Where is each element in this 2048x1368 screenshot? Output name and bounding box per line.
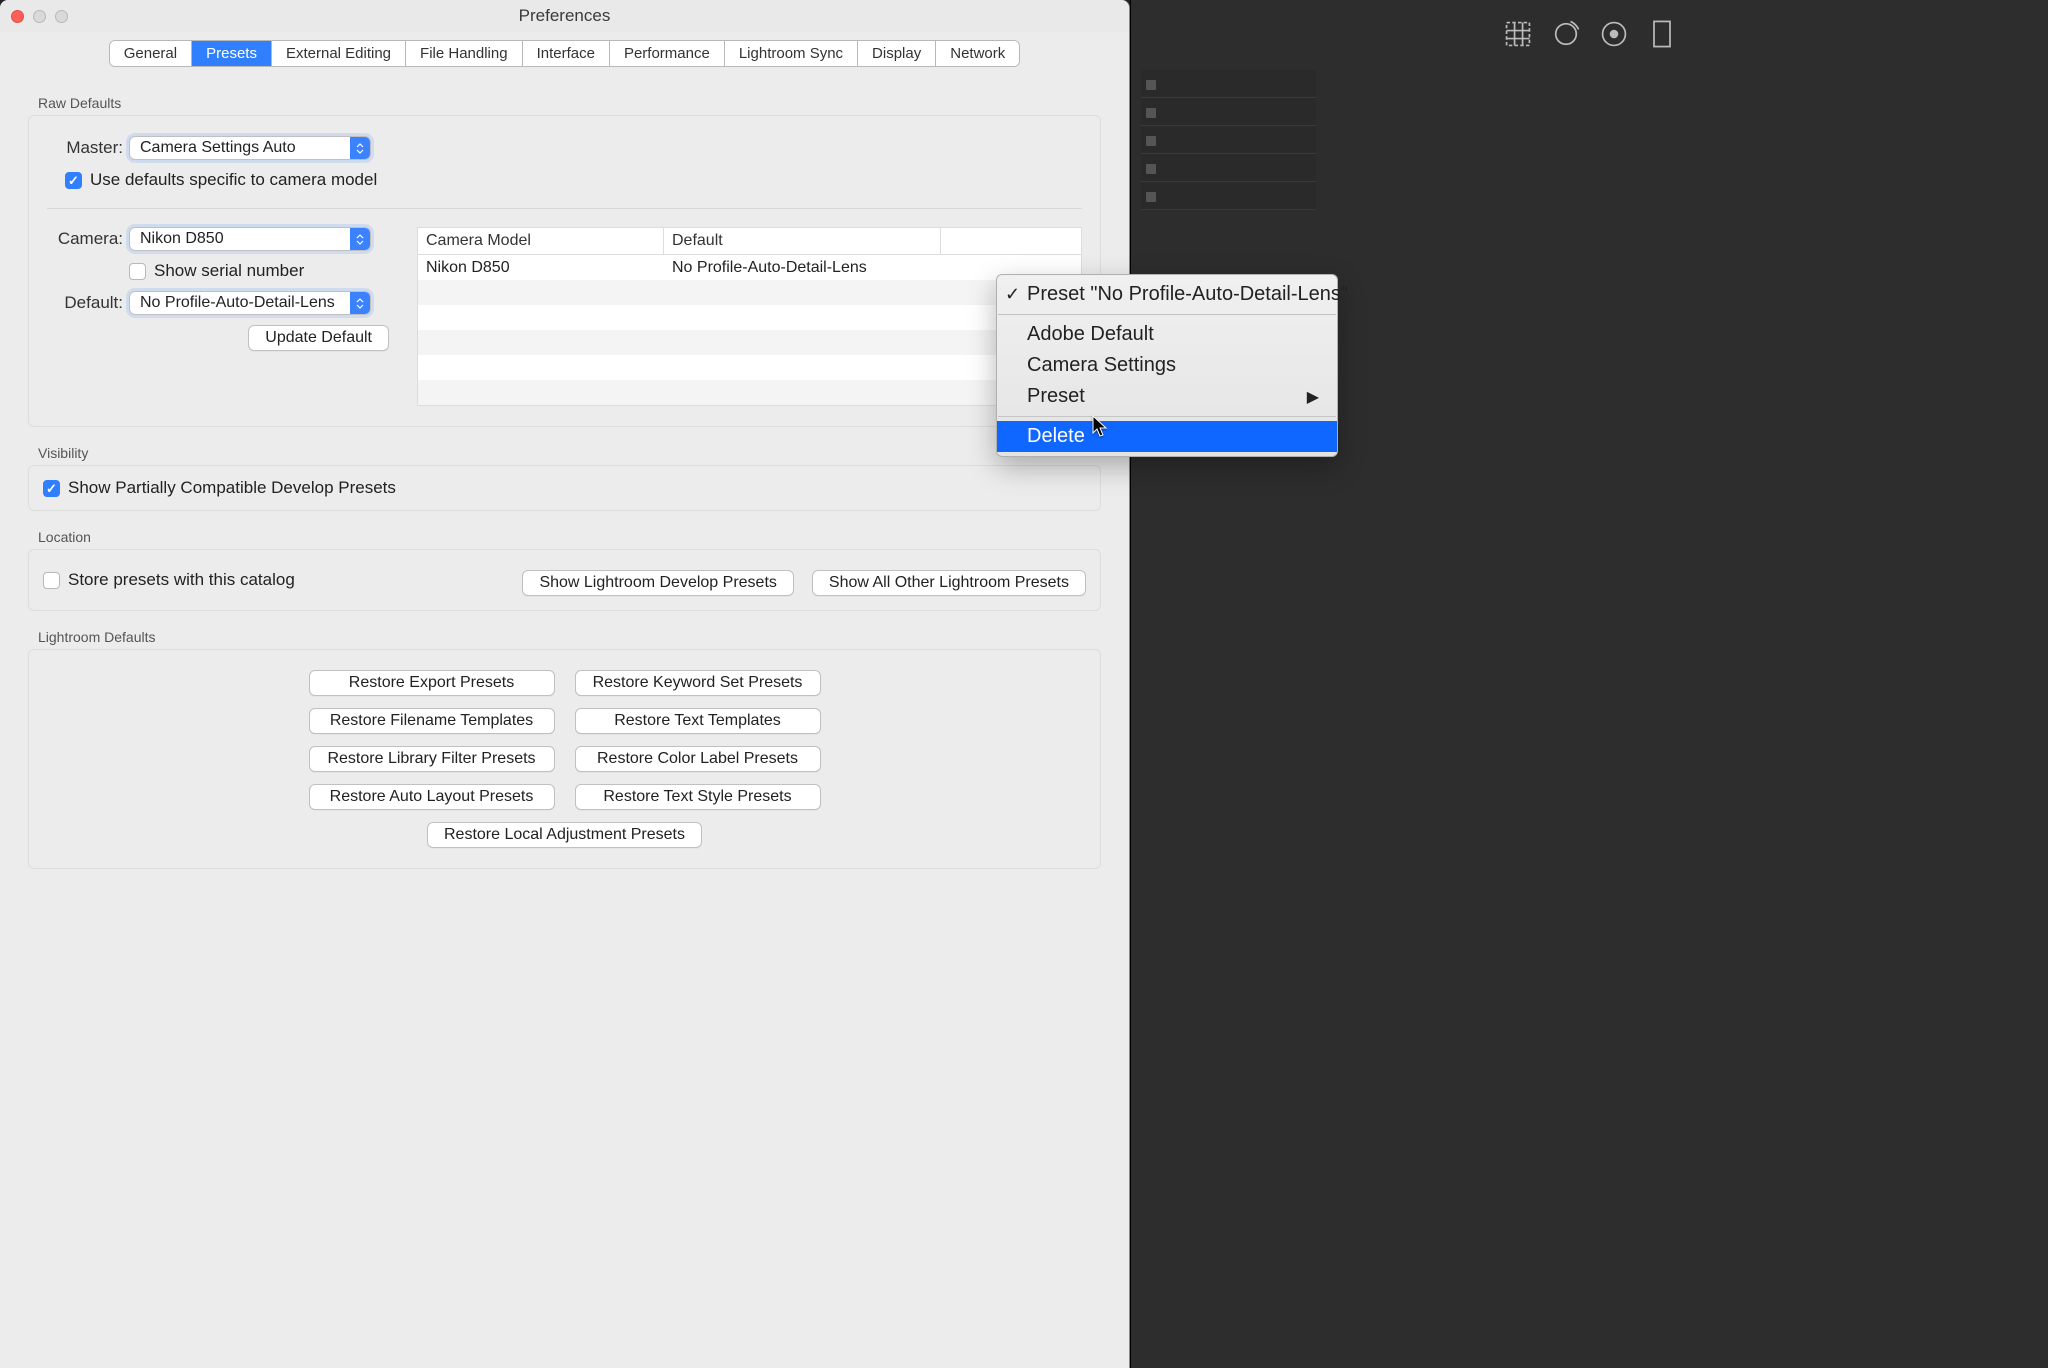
restore-export-presets-button[interactable]: Restore Export Presets	[309, 670, 555, 696]
dropdown-arrows-icon	[350, 292, 370, 314]
tab-presets[interactable]: Presets	[192, 41, 272, 66]
crop-tool-icon[interactable]	[1502, 18, 1534, 50]
use-defaults-checkbox[interactable]	[65, 172, 82, 189]
restore-keyword-set-presets-button[interactable]: Restore Keyword Set Presets	[575, 670, 821, 696]
visibility-section: Show Partially Compatible Develop Preset…	[28, 465, 1101, 511]
camera-defaults-table: Camera Model Default Nikon D850 No Profi…	[417, 227, 1082, 406]
tab-interface[interactable]: Interface	[523, 41, 610, 66]
graduated-filter-icon[interactable]	[1646, 18, 1678, 50]
menu-item-current-preset[interactable]: Preset "No Profile-Auto-Detail-Lens"	[997, 279, 1337, 310]
show-partial-label: Show Partially Compatible Develop Preset…	[68, 478, 396, 498]
tab-lightroom-sync[interactable]: Lightroom Sync	[725, 41, 858, 66]
panel-slot[interactable]	[1141, 98, 1316, 126]
tab-performance[interactable]: Performance	[610, 41, 725, 66]
table-header-default[interactable]: Default	[664, 228, 941, 254]
show-all-presets-button[interactable]: Show All Other Lightroom Presets	[812, 570, 1086, 596]
default-select[interactable]: No Profile-Auto-Detail-Lens	[129, 291, 371, 315]
panel-slot[interactable]	[1141, 154, 1316, 182]
use-defaults-label: Use defaults specific to camera model	[90, 170, 377, 190]
titlebar: Preferences	[0, 0, 1129, 32]
store-presets-checkbox[interactable]	[43, 572, 60, 589]
master-label: Master:	[47, 138, 123, 158]
preferences-window: Preferences General Presets External Edi…	[0, 0, 1130, 1368]
raw-defaults-section: Master: Camera Settings Auto Use default…	[28, 115, 1101, 427]
menu-item-camera-settings[interactable]: Camera Settings	[997, 350, 1337, 381]
panel-slot[interactable]	[1141, 70, 1316, 98]
content-area: Raw Defaults Master: Camera Settings Aut…	[0, 77, 1129, 1368]
tab-general[interactable]: General	[110, 41, 192, 66]
context-menu: Preset "No Profile-Auto-Detail-Lens" Ado…	[996, 274, 1338, 457]
store-presets-label: Store presets with this catalog	[68, 570, 295, 590]
tabs: General Presets External Editing File Ha…	[109, 40, 1021, 67]
right-sidebar-panel	[1130, 0, 2048, 1368]
tab-display[interactable]: Display	[858, 41, 936, 66]
section-visibility-label: Visibility	[38, 445, 1101, 461]
lightroom-defaults-section: Restore Export Presets Restore Keyword S…	[28, 649, 1101, 869]
master-select-value: Camera Settings Auto	[130, 139, 350, 157]
spot-removal-icon[interactable]	[1550, 18, 1582, 50]
table-header-camera-model[interactable]: Camera Model	[418, 228, 664, 254]
master-select[interactable]: Camera Settings Auto	[129, 136, 371, 160]
show-serial-label: Show serial number	[154, 261, 304, 281]
tabs-row: General Presets External Editing File Ha…	[0, 32, 1129, 77]
menu-item-preset[interactable]: Preset ▶	[997, 381, 1337, 412]
restore-filename-templates-button[interactable]: Restore Filename Templates	[309, 708, 555, 734]
section-location-label: Location	[38, 529, 1101, 545]
restore-text-templates-button[interactable]: Restore Text Templates	[575, 708, 821, 734]
show-develop-presets-button[interactable]: Show Lightroom Develop Presets	[522, 570, 793, 596]
menu-item-adobe-default[interactable]: Adobe Default	[997, 319, 1337, 350]
table-header-blank	[941, 228, 1081, 254]
cell-camera-model: Nikon D850	[418, 257, 664, 279]
dropdown-arrows-icon	[350, 137, 370, 159]
panel-slot[interactable]	[1141, 182, 1316, 210]
camera-select[interactable]: Nikon D850	[129, 227, 371, 251]
section-lr-defaults-label: Lightroom Defaults	[38, 629, 1101, 645]
default-select-value: No Profile-Auto-Detail-Lens	[130, 294, 350, 312]
location-section: Store presets with this catalog Show Lig…	[28, 549, 1101, 611]
dropdown-arrows-icon	[350, 228, 370, 250]
menu-item-delete[interactable]: Delete	[997, 421, 1337, 452]
tab-file-handling[interactable]: File Handling	[406, 41, 523, 66]
tab-external-editing[interactable]: External Editing	[272, 41, 406, 66]
window-title: Preferences	[0, 6, 1129, 26]
show-serial-checkbox[interactable]	[129, 263, 146, 280]
restore-library-filter-presets-button[interactable]: Restore Library Filter Presets	[309, 746, 555, 772]
cell-default: No Profile-Auto-Detail-Lens	[664, 257, 941, 279]
camera-select-value: Nikon D850	[130, 230, 350, 248]
radial-filter-icon[interactable]	[1598, 18, 1630, 50]
submenu-arrow-icon: ▶	[1307, 387, 1319, 407]
restore-auto-layout-presets-button[interactable]: Restore Auto Layout Presets	[309, 784, 555, 810]
update-default-button[interactable]: Update Default	[248, 325, 389, 351]
restore-text-style-presets-button[interactable]: Restore Text Style Presets	[575, 784, 821, 810]
tab-network[interactable]: Network	[936, 41, 1019, 66]
restore-local-adjustment-presets-button[interactable]: Restore Local Adjustment Presets	[427, 822, 702, 848]
camera-label: Camera:	[47, 229, 123, 249]
panel-slot[interactable]	[1141, 126, 1316, 154]
menu-item-preset-label: Preset	[1027, 385, 1085, 408]
default-label: Default:	[47, 293, 123, 313]
section-raw-defaults-label: Raw Defaults	[38, 95, 1101, 111]
restore-color-label-presets-button[interactable]: Restore Color Label Presets	[575, 746, 821, 772]
show-partial-checkbox[interactable]	[43, 480, 60, 497]
table-row[interactable]: Nikon D850 No Profile-Auto-Detail-Lens	[418, 255, 1081, 280]
